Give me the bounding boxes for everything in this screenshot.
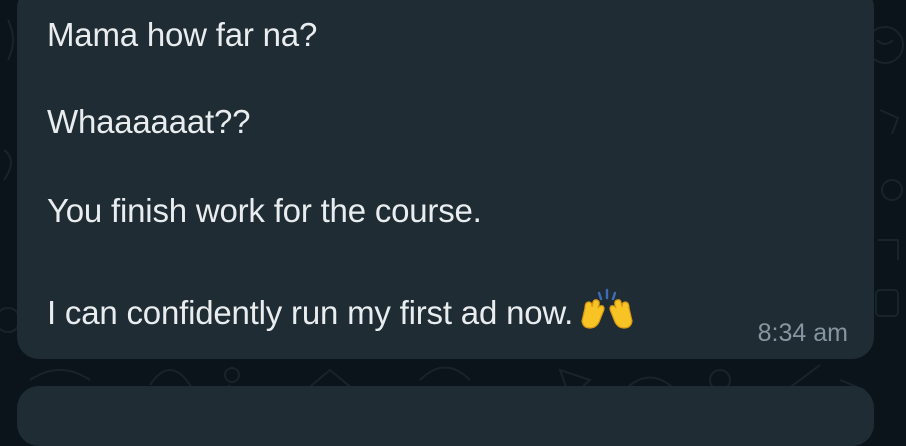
message-line-2: Whaaaaaat?? xyxy=(47,103,251,140)
message-line-1: Mama how far na? xyxy=(47,16,318,53)
message-line-4: I can confidently run my first ad now. xyxy=(47,288,635,333)
next-message-bubble[interactable] xyxy=(17,386,874,446)
message-timestamp: 8:34 am xyxy=(757,319,848,347)
message-line-3: You finish work for the course. xyxy=(47,192,482,229)
message-line-4-text: I can confidently run my first ad now. xyxy=(47,294,574,331)
raising-hands-emoji-icon xyxy=(581,288,633,329)
